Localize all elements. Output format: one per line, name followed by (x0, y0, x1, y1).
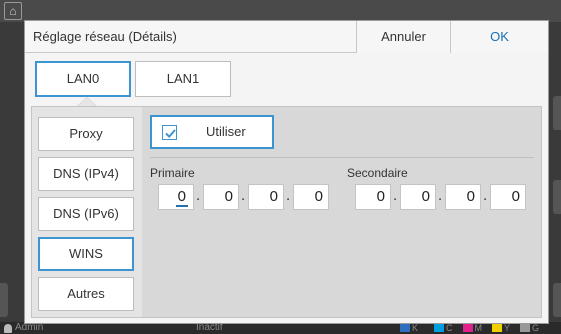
use-checkbox[interactable] (162, 125, 177, 140)
menu-item-autres[interactable]: Autres (38, 277, 134, 311)
background-side-tab (553, 96, 561, 130)
tab-lan0[interactable]: LAN0 (35, 61, 131, 97)
background-side-tab (553, 283, 561, 317)
ink-y-label: Y (504, 323, 511, 333)
ink-levels: K C M Y G (400, 323, 539, 333)
ink-m-label: M (474, 323, 483, 333)
background-side-tab (0, 283, 8, 317)
ink-g-label: G (532, 323, 540, 333)
octet-separator: . (393, 187, 398, 204)
secondary-octet-1[interactable]: 0 (355, 184, 391, 210)
background-header: ⌂ (0, 0, 561, 22)
user-icon (4, 324, 12, 333)
menu-item-dns-ipv4[interactable]: DNS (IPv4) (38, 157, 134, 191)
ink-c-bar (434, 324, 445, 332)
use-label: Utiliser (206, 124, 246, 139)
secondary-octet-4[interactable]: 0 (490, 184, 526, 210)
ok-button[interactable]: OK (450, 21, 548, 53)
wins-settings: Utiliser Primaire Secondaire 0 . 0 . 0 .… (144, 107, 541, 317)
menu-item-proxy[interactable]: Proxy (38, 117, 134, 151)
octet-separator: . (241, 187, 246, 204)
primary-octet-4[interactable]: 0 (293, 184, 329, 210)
octet-separator: . (196, 187, 201, 204)
network-details-dialog: Réglage réseau (Détails) Annuler OK LAN0… (24, 20, 549, 324)
settings-panel: Proxy DNS (IPv4) DNS (IPv6) WINS Autres … (31, 106, 542, 318)
background-side-tab (553, 180, 561, 214)
primary-octet-3[interactable]: 0 (248, 184, 284, 210)
ink-g-bar (520, 324, 531, 332)
ink-k-label: K (412, 323, 419, 333)
octet-separator: . (438, 187, 443, 204)
ink-k-bar (400, 324, 410, 332)
home-icon[interactable]: ⌂ (4, 2, 22, 20)
secondary-octet-2[interactable]: 0 (400, 184, 436, 210)
tab-pointer-inner (78, 98, 96, 106)
checkmark-icon (165, 129, 176, 139)
primary-octet-1[interactable]: 0 (158, 184, 194, 210)
dialog-titlebar: Réglage réseau (Détails) Annuler OK (25, 21, 548, 53)
menu-item-wins[interactable]: WINS (38, 237, 134, 271)
secondary-label: Secondaire (347, 166, 408, 180)
octet-separator: . (286, 187, 291, 204)
divider (150, 157, 534, 158)
settings-menu: Proxy DNS (IPv4) DNS (IPv6) WINS Autres (32, 107, 142, 317)
primary-label: Primaire (150, 166, 195, 180)
ink-c-label: C (446, 323, 453, 333)
ink-m-bar (462, 324, 473, 332)
octet-separator: . (483, 187, 488, 204)
cancel-button[interactable]: Annuler (356, 21, 450, 53)
primary-octet-2[interactable]: 0 (203, 184, 239, 210)
primary-octet-1-value: 0 (175, 188, 188, 207)
tab-lan1[interactable]: LAN1 (135, 61, 231, 97)
ink-y-bar (492, 324, 503, 332)
dialog-title: Réglage réseau (Détails) (33, 29, 177, 44)
use-wins-toggle[interactable]: Utiliser (150, 115, 274, 149)
menu-item-dns-ipv6[interactable]: DNS (IPv6) (38, 197, 134, 231)
secondary-octet-3[interactable]: 0 (445, 184, 481, 210)
